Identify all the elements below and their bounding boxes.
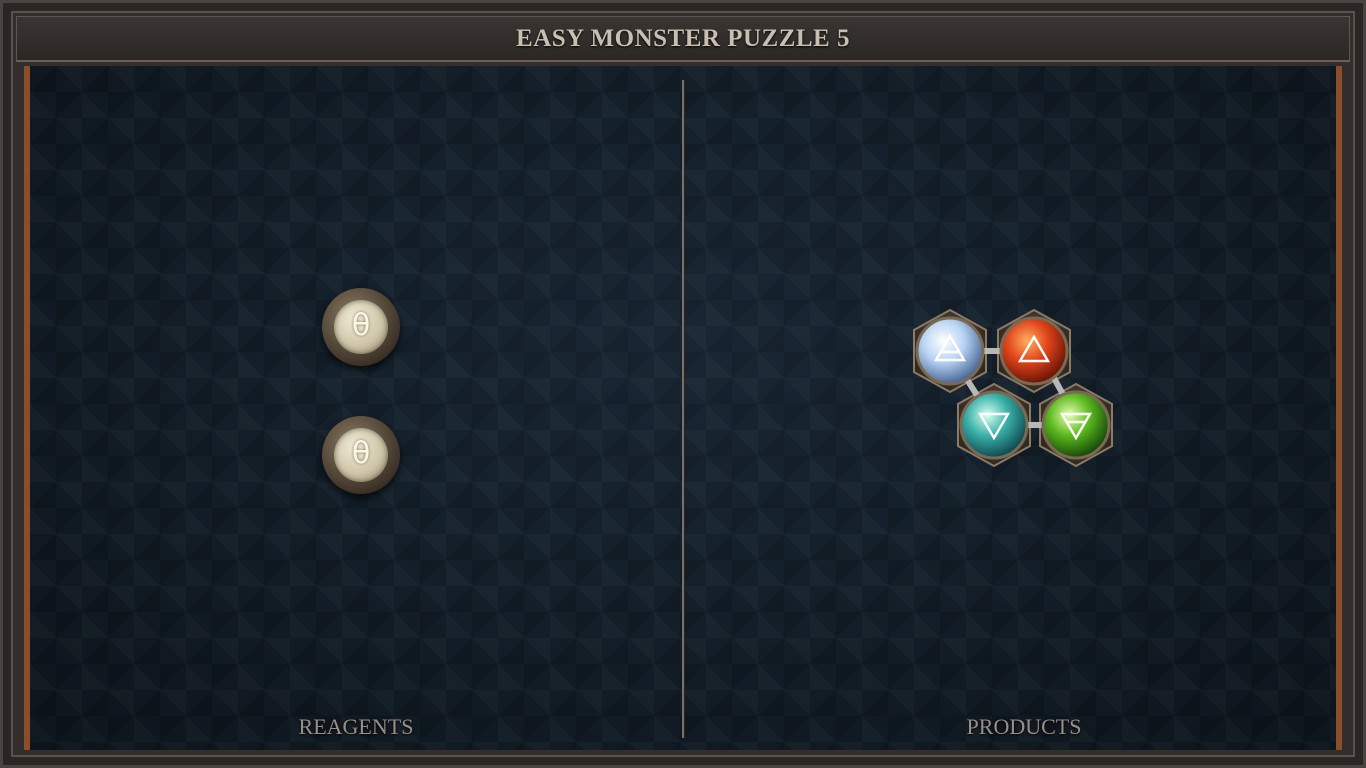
water-atom[interactable] [959,390,1029,460]
reagent-atom-1[interactable]: θ [322,288,404,370]
panel-divider [682,80,684,738]
fire-atom[interactable] [999,316,1069,386]
air-atom[interactable] [915,316,985,386]
product-molecule[interactable] [906,306,1126,486]
earth-atom[interactable] [1041,390,1111,460]
title-bar: EASY MONSTER PUZZLE 5 [16,16,1350,62]
reagent-atom-2[interactable]: θ [322,416,404,498]
products-label: PRODUCTS [966,714,1082,739]
reagents-label: REAGENTS [298,714,414,739]
puzzle-title: EASY MONSTER PUZZLE 5 [516,24,850,52]
salt-glyph-icon: θ [351,436,371,471]
salt-glyph-icon: θ [351,308,371,343]
puzzle-board: θ θ REAGENTS PRODUCTS [24,66,1342,750]
